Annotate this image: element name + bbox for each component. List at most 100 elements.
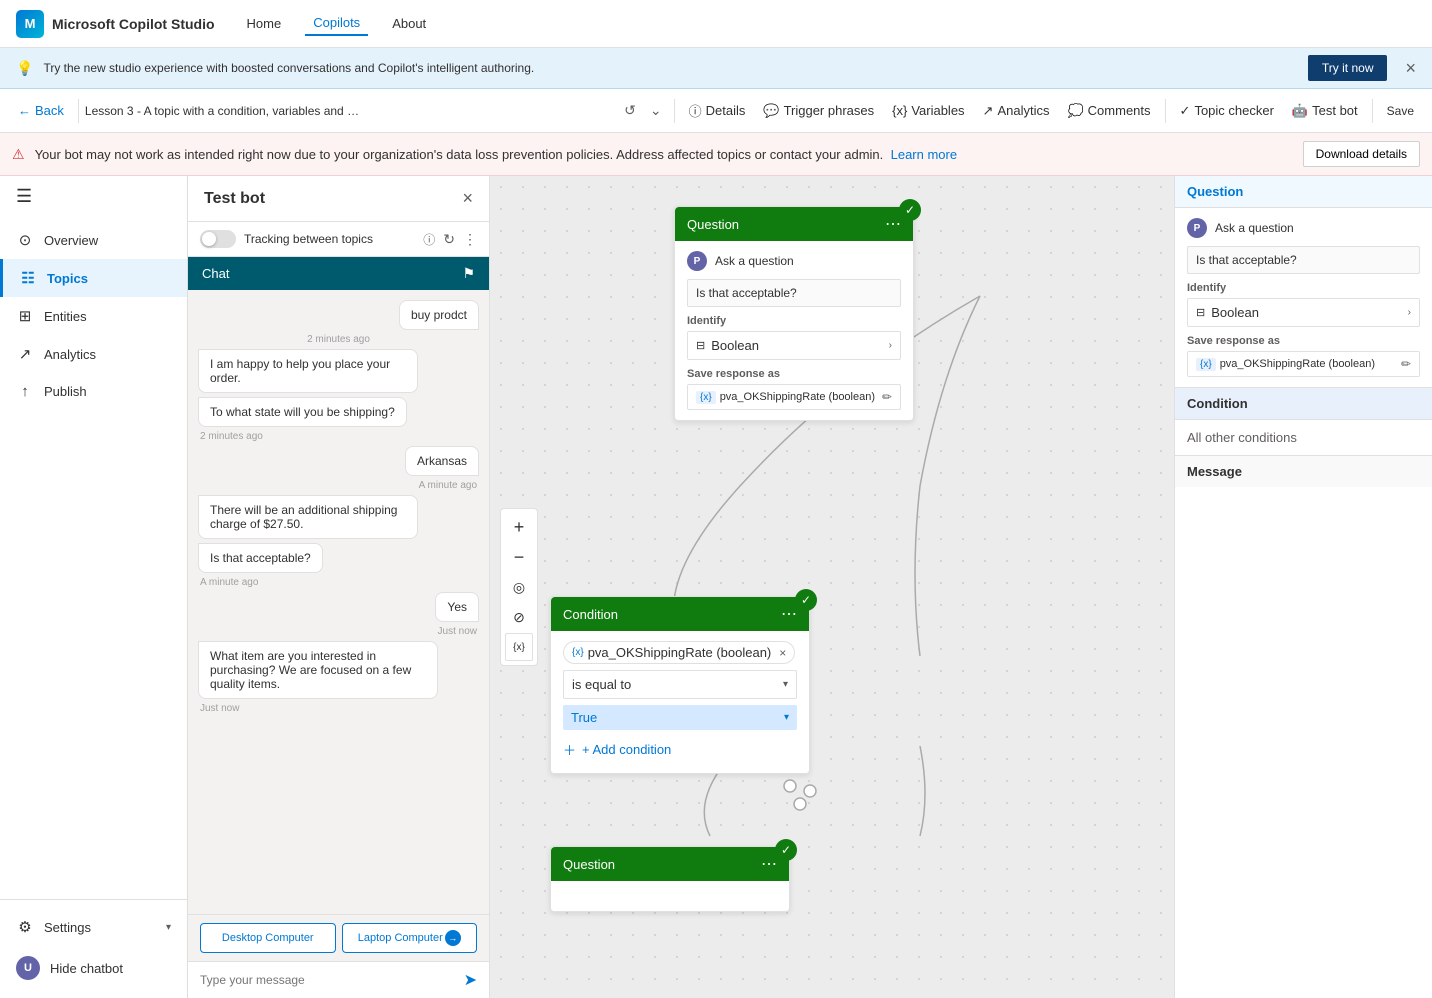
condition-node-header: Condition ⋯ — [551, 597, 809, 631]
reset-button[interactable]: ⊘ — [505, 603, 533, 631]
fit-screen-button[interactable]: ◎ — [505, 573, 533, 601]
topic-checker-button[interactable]: ✓ Topic checker — [1172, 99, 1282, 123]
toolbar: ← Back Lesson 3 - A topic with a conditi… — [0, 89, 1432, 133]
save-var-badge: {x} — [696, 391, 716, 404]
question-node-more-icon[interactable]: ⋯ — [885, 214, 901, 234]
analytics-button[interactable]: ↗ Analytics — [975, 99, 1058, 123]
banner-close-icon[interactable]: × — [1405, 58, 1416, 79]
condition-node: Condition ⋯ {x} pva_OKShippingRate (bool… — [550, 596, 810, 774]
sidebar-item-publish[interactable]: ↑ Publish — [0, 373, 187, 410]
question-node-bottom: Question ⋯ ✓ — [550, 846, 790, 912]
redo-button[interactable]: ⌄ — [644, 98, 668, 123]
question-bottom-more-icon[interactable]: ⋯ — [761, 854, 777, 874]
toolbar-divider4 — [1372, 99, 1373, 123]
overview-icon: ⊙ — [16, 231, 34, 249]
question-node-success-badge: ✓ — [899, 199, 921, 221]
sidebar: ☰ ⊙ Overview ☷ Topics ⊞ Entities ↗ Analy… — [0, 176, 188, 998]
cond-operator[interactable]: is equal to ▾ — [563, 670, 797, 699]
msg-shipping-state: To what state will you be shipping? — [198, 397, 407, 427]
right-question-text: Is that acceptable? — [1187, 246, 1420, 274]
ask-label: Ask a question — [715, 254, 794, 268]
tracking-toggle[interactable] — [200, 230, 236, 248]
msg-charge: There will be an additional shipping cha… — [198, 495, 418, 539]
chat-tracking-row: Tracking between topics ⓘ ↻ ⋮ — [188, 222, 489, 257]
learn-more-link[interactable]: Learn more — [891, 147, 957, 162]
condition-node-more-icon[interactable]: ⋯ — [781, 604, 797, 624]
right-message-title: Message — [1175, 456, 1432, 487]
cond-value[interactable]: True ▾ — [563, 705, 797, 730]
comments-icon: 💭 — [1067, 103, 1083, 119]
sidebar-item-settings[interactable]: ⚙ Settings ▾ — [0, 908, 187, 946]
sidebar-hide-chatbot[interactable]: U Hide chatbot — [0, 946, 187, 990]
right-condition-body: All other conditions — [1175, 420, 1432, 455]
chat-tab-label: Chat — [202, 266, 229, 281]
sidebar-item-topics[interactable]: ☷ Topics — [0, 259, 187, 297]
chat-tab[interactable]: Chat ⚑ — [188, 257, 489, 290]
edit-icon[interactable]: ✏ — [882, 390, 892, 404]
test-bot-icon: 🤖 — [1292, 103, 1308, 119]
condition-node-success-badge: ✓ — [795, 589, 817, 611]
zoom-out-button[interactable]: − — [505, 543, 533, 571]
right-identify-value[interactable]: ⊟ Boolean › — [1187, 298, 1420, 327]
chat-close-button[interactable]: × — [462, 188, 473, 209]
zoom-in-button[interactable]: + — [505, 513, 533, 541]
question-node: Question ⋯ P Ask a question Is that acce… — [674, 206, 914, 421]
chat-input[interactable] — [200, 973, 456, 987]
canvas-area: Question ⋯ P Ask a question Is that acce… — [490, 176, 1174, 998]
back-button[interactable]: ← Back — [10, 99, 72, 122]
tracking-more-button[interactable]: ⋮ — [463, 231, 477, 248]
msg-happy: I am happy to help you place your order. — [198, 349, 418, 393]
try-it-now-button[interactable]: Try it now — [1308, 55, 1388, 81]
nav-about[interactable]: About — [384, 12, 434, 35]
test-bot-button[interactable]: 🤖 Test bot — [1284, 99, 1366, 123]
toolbar-divider2 — [674, 99, 675, 123]
publish-icon: ↑ — [16, 383, 34, 400]
identify-value[interactable]: ⊟ Boolean › — [687, 331, 901, 360]
variables-button[interactable]: {x} Variables — [884, 99, 972, 122]
msg-yes: Yes — [435, 592, 479, 622]
save-button[interactable]: Save — [1379, 100, 1422, 122]
download-details-button[interactable]: Download details — [1303, 141, 1420, 167]
cond-var-tag: {x} pva_OKShippingRate (boolean) × — [563, 641, 795, 664]
analytics-nav-icon: ↗ — [16, 345, 34, 363]
right-message-section: Message — [1175, 456, 1432, 487]
msg-time-2: 2 minutes ago — [198, 431, 479, 442]
right-edit-icon[interactable]: ✏ — [1401, 357, 1411, 371]
sidebar-item-analytics[interactable]: ↗ Analytics — [0, 335, 187, 373]
chat-panel: Test bot × Tracking between topics ⓘ ↻ ⋮… — [188, 176, 490, 998]
sidebar-hamburger[interactable]: ☰ — [0, 176, 187, 217]
question-node-header: Question ⋯ — [675, 207, 913, 241]
question-node-bottom-header: Question ⋯ — [551, 847, 789, 881]
sidebar-item-overview[interactable]: ⊙ Overview — [0, 221, 187, 259]
app-logo: M — [16, 10, 44, 38]
question-node-bottom-body — [551, 881, 789, 911]
choice-laptop[interactable]: Laptop Computer → — [342, 923, 478, 953]
undo-button[interactable]: ↺ — [618, 98, 642, 123]
tracking-refresh-button[interactable]: ↻ — [443, 231, 455, 248]
sidebar-item-entities[interactable]: ⊞ Entities — [0, 297, 187, 335]
main-layout: ☰ ⊙ Overview ☷ Topics ⊞ Entities ↗ Analy… — [0, 176, 1432, 998]
cond-remove-icon[interactable]: × — [779, 646, 786, 660]
msg-time-1: 2 minutes ago — [198, 334, 479, 345]
operator-chevron-icon: ▾ — [783, 679, 788, 690]
nav-copilots[interactable]: Copilots — [305, 11, 368, 36]
msg-time-4: A minute ago — [198, 577, 479, 588]
send-button[interactable]: ➤ — [464, 970, 477, 990]
choice-desktop[interactable]: Desktop Computer — [200, 923, 336, 953]
nav-home[interactable]: Home — [239, 12, 290, 35]
breadcrumb: Lesson 3 - A topic with a condition, var… — [85, 104, 365, 118]
right-identify-label: Identify — [1187, 282, 1420, 294]
variables-zoom-btn[interactable]: {x} — [505, 633, 533, 661]
banner: 💡 Try the new studio experience with boo… — [0, 48, 1432, 89]
logo-area: M Microsoft Copilot Studio — [16, 10, 215, 38]
comments-button[interactable]: 💭 Comments — [1059, 99, 1158, 123]
warning-text: Your bot may not work as intended right … — [35, 147, 1293, 162]
details-button[interactable]: ⓘ Details — [681, 97, 754, 124]
save-label: Save response as — [687, 368, 901, 380]
chat-header: Test bot × — [188, 176, 489, 222]
right-condition-title: Condition — [1175, 388, 1432, 420]
trigger-phrases-button[interactable]: 💬 Trigger phrases — [755, 99, 882, 123]
add-condition-row[interactable]: ＋ + Add condition — [563, 736, 797, 763]
tracking-info-icon[interactable]: ⓘ — [423, 231, 435, 248]
cond-var-badge: {x} — [572, 647, 584, 658]
